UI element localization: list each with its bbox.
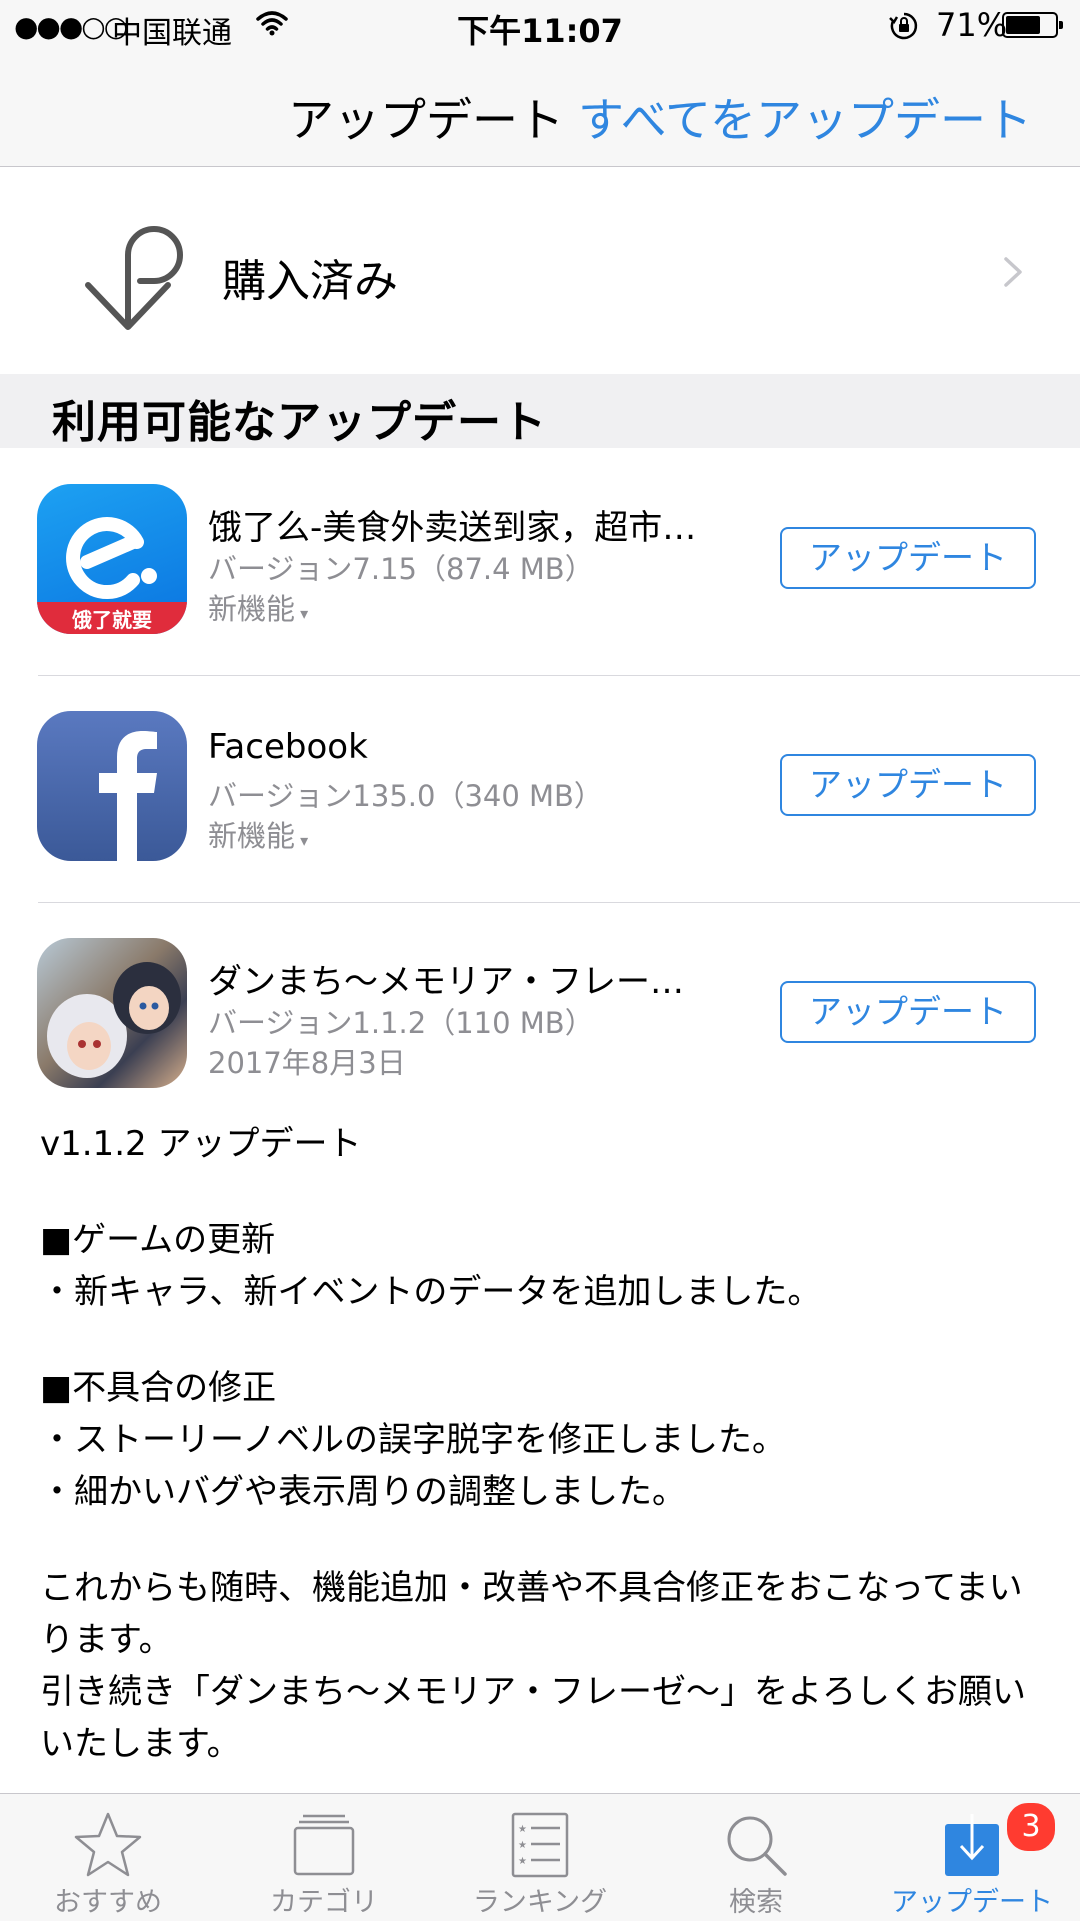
svg-text:★: ★ <box>518 1840 527 1851</box>
notes-paragraph: 引き続き「ダンまち～メモリア・フレーゼ～」をよろしくお願いいたします。 <box>40 1672 1026 1764</box>
star-icon <box>74 1812 142 1877</box>
app-version: バージョン7.15（87.4 MB） <box>208 552 594 586</box>
update-all-button[interactable]: すべてをアップデート <box>578 84 1032 150</box>
purchased-row[interactable]: 購入済み <box>0 167 1080 374</box>
app-version: バージョン1.1.2（110 MB） <box>208 1006 594 1040</box>
tab-label: おすすめ <box>54 1887 162 1918</box>
row-divider <box>38 675 1080 676</box>
notes-line: ・細かいバグや表示周りの調整しました。 <box>40 1472 686 1512</box>
app-row-eleme[interactable]: 饿了就要 饿了么-美食外卖送到家，超市… バージョン7.15（87.4 MB） … <box>0 450 1080 675</box>
update-button[interactable]: アップデート <box>780 981 1036 1043</box>
whats-new-label: 新機能 <box>208 592 296 626</box>
tab-label: カテゴリ <box>270 1887 378 1918</box>
battery-percent: 71% <box>936 6 1008 44</box>
categories-icon <box>293 1814 355 1876</box>
navigation-bar: アップデート すべてをアップデート <box>0 54 1080 167</box>
notes-section-title: ■不具合の修正 <box>40 1368 277 1408</box>
section-header: 利用可能なアップデート <box>0 374 1080 448</box>
whats-new-toggle[interactable]: 新機能 ▾ <box>208 813 308 855</box>
anime-characters-icon <box>47 962 181 1078</box>
notes-heading: v1.1.2 アップデート <box>40 1124 362 1164</box>
updates-icon <box>945 1814 999 1876</box>
tab-categories[interactable]: カテゴリ <box>216 1794 432 1921</box>
tab-label: アップデート <box>891 1887 1053 1918</box>
tab-featured[interactable]: おすすめ <box>0 1794 216 1921</box>
battery-icon <box>1002 12 1063 38</box>
purchased-label: 購入済み <box>222 256 398 307</box>
search-icon <box>727 1816 787 1876</box>
row-divider <box>38 902 1080 903</box>
chevron-right-icon <box>1004 257 1022 287</box>
updates-badge: 3 <box>1004 1800 1058 1854</box>
app-name: ダンまち～メモリア・フレー… <box>208 962 684 1002</box>
page-title: アップデート <box>288 93 564 147</box>
tab-updates[interactable]: 3 アップデート <box>864 1794 1080 1921</box>
tab-label: ランキング <box>472 1887 608 1918</box>
svg-text:★: ★ <box>518 1824 527 1835</box>
eleme-app-icon: 饿了就要 <box>37 484 187 634</box>
facebook-app-icon <box>37 711 187 861</box>
app-name: Facebook <box>208 727 368 767</box>
tab-search[interactable]: 検索 <box>648 1794 864 1921</box>
ranking-list-icon: ★ ★ ★ <box>511 1812 569 1878</box>
update-button[interactable]: アップデート <box>780 754 1036 816</box>
release-date: 2017年8月3日 <box>208 1046 406 1080</box>
purchased-icon <box>85 226 183 330</box>
danmachi-app-icon <box>37 938 187 1088</box>
tab-ranking[interactable]: ★ ★ ★ ランキング <box>432 1794 648 1921</box>
notes-paragraph: これからも随時、機能追加・改善や不具合修正をおこなってまいります。 <box>40 1568 1023 1660</box>
facebook-logo-icon <box>99 731 157 861</box>
notes-line: ・ストーリーノベルの誤字脱字を修正しました。 <box>40 1420 786 1460</box>
caret-down-icon: ▾ <box>295 831 309 850</box>
app-name: 饿了么-美食外卖送到家，超市… <box>208 508 697 548</box>
caret-down-icon: ▾ <box>295 604 309 623</box>
whats-new-toggle[interactable]: 新機能 ▾ <box>208 586 308 628</box>
section-title: 利用可能なアップデート <box>52 397 547 448</box>
update-button[interactable]: アップデート <box>780 527 1036 589</box>
rotation-lock-icon <box>889 12 918 40</box>
notes-section-title: ■ゲームの更新 <box>40 1220 276 1260</box>
whats-new-label: 新機能 <box>208 819 296 853</box>
svg-text:★: ★ <box>518 1856 527 1867</box>
release-notes: v1.1.2 アップデート ■ゲームの更新 ・新キャラ、新イベントのデータを追加… <box>40 1118 1040 1770</box>
notes-line: ・新キャラ、新イベントのデータを追加しました。 <box>40 1272 822 1312</box>
status-bar: ●●●○○ 中国联通 下午11:07 71% <box>0 0 1080 54</box>
app-row-facebook[interactable]: Facebook バージョン135.0（340 MB） 新機能 ▾ アップデート <box>0 677 1080 902</box>
tab-label: 検索 <box>729 1887 783 1918</box>
app-version: バージョン135.0（340 MB） <box>208 779 603 813</box>
eleme-icon-caption: 饿了就要 <box>72 608 152 632</box>
app-row-danmachi[interactable]: ダンまち～メモリア・フレー… バージョン1.1.2（110 MB） 2017年8… <box>0 904 1080 1104</box>
tab-bar: おすすめ カテゴリ ★ ★ ★ ランキング 検索 3 アップデート <box>0 1793 1080 1921</box>
